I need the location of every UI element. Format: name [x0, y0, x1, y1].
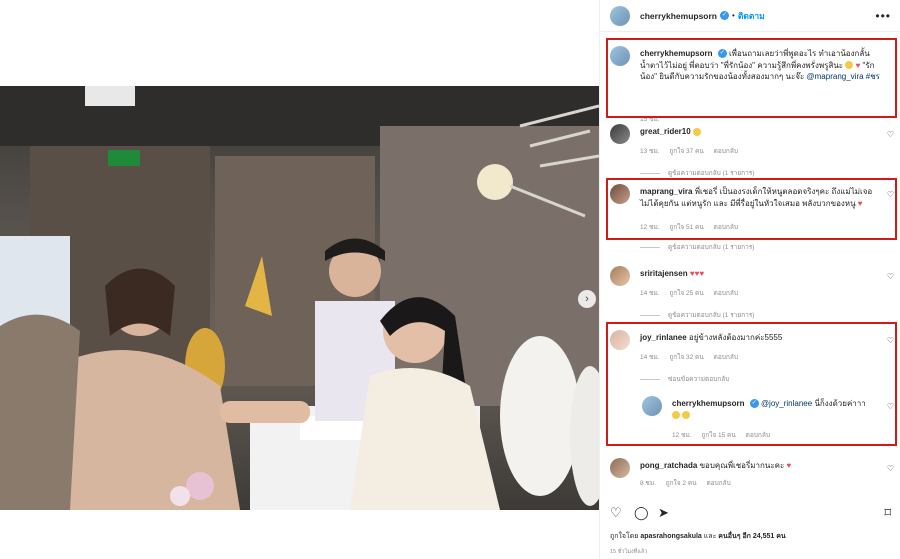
- liked-and: และ: [703, 533, 717, 540]
- list-item: sriritajensen ♥♥♥ ♡ 14 ชม. ถูกใจ 25 คน ต…: [610, 266, 894, 319]
- chevron-right-icon: ›: [585, 293, 589, 305]
- header-username[interactable]: cherrykhemupsorn: [640, 11, 717, 21]
- follow-button[interactable]: ติดตาม: [738, 9, 765, 23]
- highlight-box: [606, 38, 897, 118]
- comment-body: pong_ratchada ขอบคุณพี่เชอรี่มากนะคะ ♥: [640, 460, 880, 472]
- comment-meta: 13 ชม. ถูกใจ 37 คน ตอบกลับ: [640, 146, 746, 156]
- bookmark-icon[interactable]: ⌑: [884, 505, 891, 521]
- share-icon[interactable]: ➤: [658, 505, 669, 521]
- reply-button[interactable]: ตอบกลับ: [714, 290, 738, 297]
- comment-icon[interactable]: ◯: [634, 505, 649, 521]
- heart-emoji-icon: ♥: [786, 461, 792, 470]
- post-header: cherrykhemupsorn ✓ • ติดตาม •••: [600, 0, 900, 32]
- liked-prefix: ถูกใจโดย: [610, 533, 639, 540]
- like-heart-icon[interactable]: ♡: [887, 464, 894, 473]
- view-replies[interactable]: ดูข้อความตอบกลับ (1 รายการ): [640, 310, 754, 320]
- view-replies[interactable]: ดูข้อความตอบกลับ (1 รายการ): [640, 242, 754, 252]
- avatar[interactable]: [610, 5, 630, 26]
- emoji-icon: [692, 127, 701, 136]
- comment-username[interactable]: great_rider10: [640, 127, 691, 136]
- comment-likes[interactable]: ถูกใจ 37 คน: [669, 148, 704, 155]
- avatar[interactable]: [610, 124, 630, 144]
- heart-emoji-icon: ♥♥♥: [689, 269, 705, 278]
- liked-count[interactable]: อีก 24,551 คน: [742, 533, 785, 540]
- reply-button[interactable]: ตอบกลับ: [714, 148, 738, 155]
- comment-meta: 14 ชม. ถูกใจ 25 คน ตอบกลับ: [640, 288, 746, 298]
- comment-body: great_rider10: [640, 126, 880, 138]
- comments-panel: cherrykhemupsorn ✓ • ติดตาม ••• cherrykh…: [599, 0, 900, 559]
- avatar[interactable]: [610, 266, 630, 286]
- highlight-box: [606, 322, 897, 446]
- reply-button[interactable]: ตอบกลับ: [706, 480, 730, 487]
- verified-badge-icon: ✓: [720, 11, 729, 20]
- photo-illustration: [0, 86, 599, 510]
- comment-likes[interactable]: ถูกใจ 25 คน: [669, 290, 704, 297]
- liked-user[interactable]: apasrahongsakula: [640, 533, 701, 540]
- list-item: great_rider10 ♡ 13 ชม. ถูกใจ 37 คน ตอบกล…: [610, 124, 894, 177]
- more-options-icon[interactable]: •••: [875, 9, 891, 23]
- comment-text: ขอบคุณพี่เชอรี่มากนะคะ: [699, 461, 785, 470]
- like-heart-icon[interactable]: ♡: [887, 130, 894, 139]
- comment-username[interactable]: pong_ratchada: [640, 461, 697, 470]
- post-photo[interactable]: [0, 86, 599, 510]
- post-time: 15 ชั่วโมงที่แล้ว: [610, 549, 648, 555]
- comment-body: sriritajensen ♥♥♥: [640, 268, 880, 280]
- like-heart-icon[interactable]: ♡: [610, 505, 622, 521]
- like-heart-icon[interactable]: ♡: [887, 272, 894, 281]
- liked-others[interactable]: คนอื่นๆ: [718, 533, 740, 540]
- comment-meta: 8 ชม. ถูกใจ 2 คน ตอบกลับ: [640, 478, 739, 488]
- list-item: pong_ratchada ขอบคุณพี่เชอรี่มากนะคะ ♥ ♡…: [610, 458, 894, 494]
- next-slide-button[interactable]: ›: [578, 290, 596, 308]
- comment-time: 8 ชม.: [640, 480, 656, 487]
- comment-time: 13 ชม.: [640, 148, 660, 155]
- comment-time: 14 ชม.: [640, 290, 660, 297]
- comment-username[interactable]: sriritajensen: [640, 269, 688, 278]
- post-media: ›: [0, 0, 599, 559]
- action-bar: ♡ ◯ ➤ ⌑: [600, 503, 900, 525]
- comment-likes[interactable]: ถูกใจ 2 คน: [666, 480, 697, 487]
- liked-by: ถูกใจโดย apasrahongsakula และ คนอื่นๆ อี…: [610, 531, 786, 542]
- view-replies[interactable]: ดูข้อความตอบกลับ (1 รายการ): [640, 168, 754, 178]
- highlight-box: [606, 178, 897, 240]
- header-separator: •: [732, 11, 735, 20]
- avatar[interactable]: [610, 458, 630, 478]
